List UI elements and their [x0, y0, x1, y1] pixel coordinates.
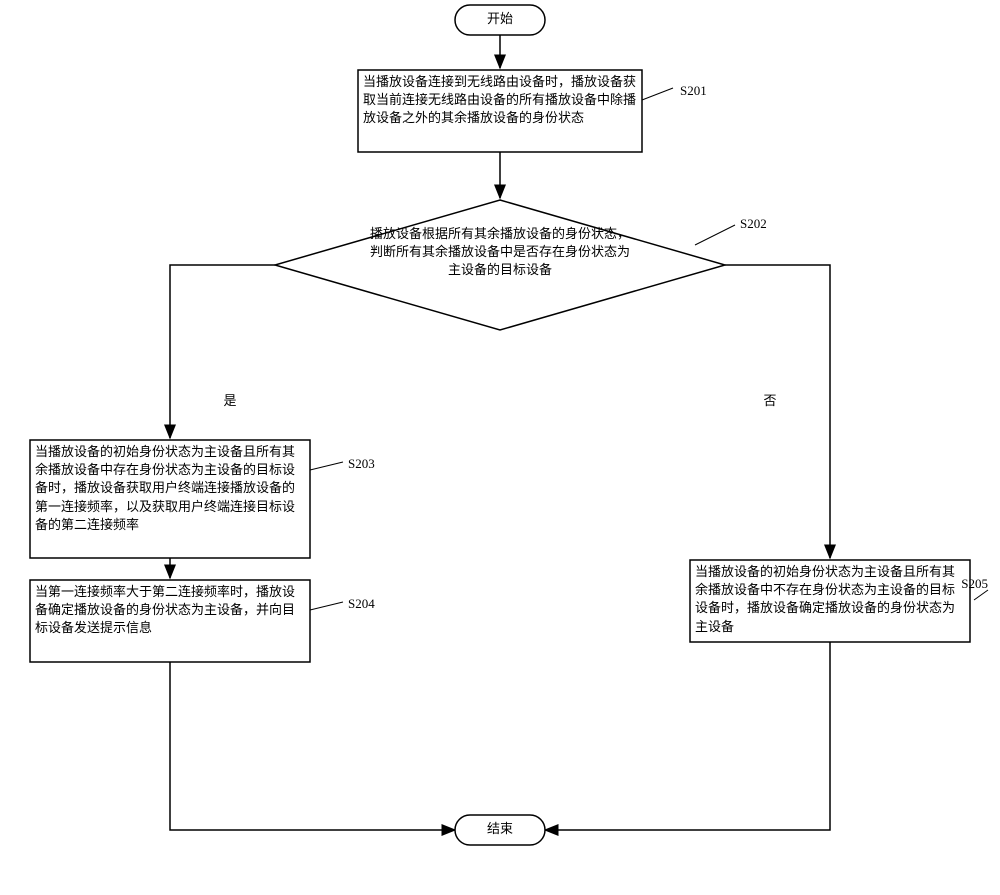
- step-s201-label: S201: [680, 83, 707, 98]
- branch-yes: 是: [170, 265, 275, 438]
- step-s201: 当播放设备连接到无线路由设备时，播放设备获取当前连接无线路由设备的所有播放设备中…: [358, 70, 707, 152]
- terminal-end-label: 结束: [487, 821, 513, 836]
- branch-no-label: 否: [763, 393, 776, 408]
- branch-no: 否: [725, 265, 830, 558]
- step-s204-label: S204: [348, 596, 375, 611]
- step-s204: 当第一连接频率大于第二连接频率时，播放设备确定播放设备的身份状态为主设备，并向目…: [30, 580, 375, 662]
- connector: [974, 590, 988, 600]
- connector: [695, 225, 735, 245]
- branch-yes-label: 是: [223, 393, 236, 408]
- connector: [545, 642, 830, 830]
- step-s204-text: 当第一连接频率大于第二连接频率时，播放设备确定播放设备的身份状态为主设备，并向目…: [35, 583, 305, 638]
- connector: [310, 462, 343, 470]
- terminal-start: 开始: [455, 5, 545, 35]
- terminal-start-label: 开始: [487, 11, 513, 26]
- step-s205-text: 当播放设备的初始身份状态为主设备且所有其余播放设备中不存在身份状态为主设备的目标…: [695, 563, 965, 636]
- step-s205: 当播放设备的初始身份状态为主设备且所有其余播放设备中不存在身份状态为主设备的目标…: [690, 560, 988, 642]
- step-s203: 当播放设备的初始身份状态为主设备且所有其余播放设备中存在身份状态为主设备的目标设…: [30, 440, 375, 558]
- step-s201-text: 当播放设备连接到无线路由设备时，播放设备获取当前连接无线路由设备的所有播放设备中…: [363, 73, 637, 128]
- step-s203-text: 当播放设备的初始身份状态为主设备且所有其余播放设备中存在身份状态为主设备的目标设…: [35, 443, 305, 534]
- flowchart-diagram: 开始 当播放设备连接到无线路由设备时，播放设备获取当前连接无线路由设备的所有播放…: [0, 0, 1000, 895]
- terminal-end: 结束: [455, 815, 545, 845]
- step-s205-label: S205: [961, 576, 988, 591]
- connector: [310, 602, 343, 610]
- decision-s202-text: 播放设备根据所有其余播放设备的身份状态，判断所有其余播放设备中是否存在身份状态为…: [365, 225, 635, 280]
- connector: [170, 662, 455, 830]
- connector: [642, 88, 673, 100]
- decision-s202: 播放设备根据所有其余播放设备的身份状态，判断所有其余播放设备中是否存在身份状态为…: [275, 200, 767, 330]
- decision-s202-label: S202: [740, 216, 767, 231]
- step-s203-label: S203: [348, 456, 375, 471]
